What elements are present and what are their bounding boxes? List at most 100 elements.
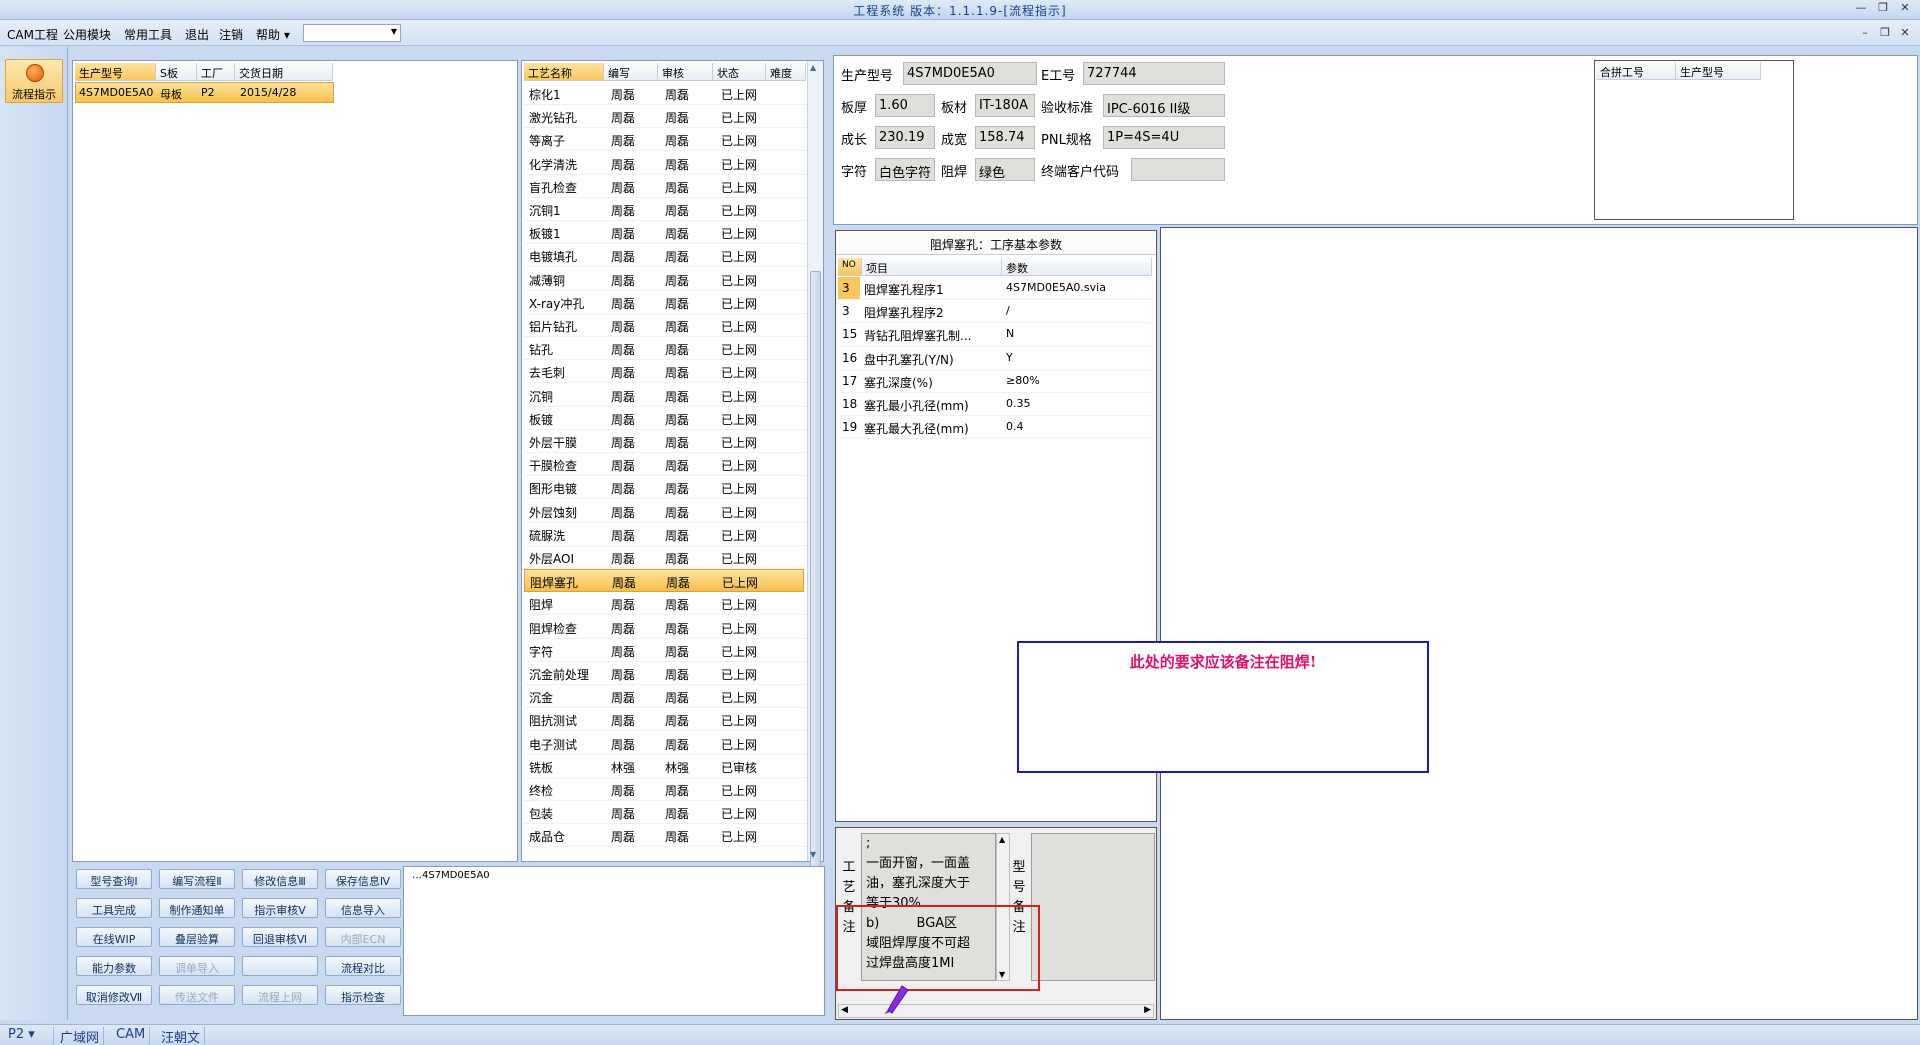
online-wip-button[interactable]: 在线WIP — [76, 927, 152, 947]
scroll-right-icon[interactable]: ▶ — [1144, 1005, 1151, 1015]
scroll-up-icon[interactable]: ▲ — [810, 63, 816, 72]
table-row[interactable]: 外层AOI 周磊 周磊 已上网 — [524, 546, 806, 569]
table-row[interactable]: 图形电镀 周磊 周磊 已上网 — [524, 476, 806, 500]
capability-button[interactable]: 能力参数 — [76, 956, 152, 976]
modify-info-button[interactable]: 修改信息Ⅲ — [242, 869, 318, 889]
mdi-restore-icon[interactable]: ❐ — [1876, 26, 1894, 42]
param-row[interactable]: 19 塞孔最大孔径(mm) 0.4 — [838, 416, 1152, 440]
menu-tools[interactable]: 常用工具 — [124, 26, 172, 43]
table-row[interactable]: 电子测试 周磊 周磊 已上网 — [524, 732, 806, 755]
field-pnl[interactable]: 1P=4S=4U — [1103, 126, 1225, 149]
table-row[interactable]: 盲孔检查 周磊 周磊 已上网 — [524, 175, 806, 198]
field-width[interactable]: 158.74 — [975, 126, 1035, 149]
field-thickness[interactable]: 1.60 — [875, 94, 935, 117]
field-material[interactable]: IT-180A — [975, 94, 1035, 117]
table-row[interactable]: 包装 周磊 周磊 已上网 — [524, 801, 806, 825]
param-row[interactable]: 15 背钻孔阻焊塞孔制... N — [838, 323, 1152, 347]
table-row[interactable]: 板镀 周磊 周磊 已上网 — [524, 407, 806, 430]
process-scrollbar[interactable]: ▲ ▼ — [807, 61, 823, 891]
tool-complete-button[interactable]: 工具完成 — [76, 898, 152, 918]
table-row[interactable]: 去毛刺 周磊 周磊 已上网 — [524, 360, 806, 384]
menu-common-modules[interactable]: 公用模块 — [63, 26, 111, 43]
field-e-no[interactable]: 727744 — [1083, 62, 1225, 85]
rollback-review-button[interactable]: 回退审核Ⅵ — [242, 927, 318, 947]
col-board[interactable]: S板 — [156, 63, 197, 81]
field-customer[interactable] — [1131, 158, 1225, 181]
field-model[interactable]: 4S7MD0E5A0 — [903, 62, 1037, 85]
import-info-button[interactable]: 信息导入 — [325, 898, 401, 918]
internal-ecn-button[interactable]: 内部ECN — [325, 927, 401, 947]
table-row[interactable]: 沉铜1 周磊 周磊 已上网 — [524, 198, 806, 221]
minimize-icon[interactable]: — — [1852, 1, 1870, 17]
table-row[interactable]: 激光钻孔 周磊 周磊 已上网 — [524, 105, 806, 129]
check-instruction-button[interactable]: 指示检查 — [325, 985, 401, 1005]
col-item[interactable]: 项目 — [862, 258, 1002, 276]
table-row[interactable]: 干膜检查 周磊 周磊 已上网 — [524, 453, 806, 477]
table-row[interactable]: 沉金前处理 周磊 周磊 已上网 — [524, 662, 806, 685]
import-order-button[interactable]: 调单导入 — [159, 956, 235, 976]
table-row[interactable]: 阻焊检查 周磊 周磊 已上网 — [524, 616, 806, 639]
col-plant[interactable]: 工厂 — [197, 63, 235, 81]
review-instruction-button[interactable]: 指示审核Ⅴ — [242, 898, 318, 918]
flow-instruction-button[interactable]: 流程指示 — [5, 59, 63, 103]
param-row[interactable]: 3 阻焊塞孔程序1 4S7MD0E5A0.svia — [838, 277, 1152, 300]
save-info-button[interactable]: 保存信息Ⅳ — [325, 869, 401, 889]
col-process[interactable]: 工艺名称 — [524, 63, 604, 81]
menu-exit[interactable]: 退出 — [185, 26, 209, 43]
stack-check-button[interactable]: 叠层验算 — [159, 927, 235, 947]
table-row[interactable]: 阻焊塞孔 周磊 周磊 已上网 — [524, 569, 804, 593]
status-plant[interactable]: P2 ▾ — [4, 1027, 54, 1045]
field-standard[interactable]: IPC-6016 II级 — [1103, 94, 1225, 117]
param-row[interactable]: 16 盘中孔塞孔(Y/N) Y — [838, 347, 1152, 370]
table-row[interactable]: 外层蚀刻 周磊 周磊 已上网 — [524, 500, 806, 523]
table-row[interactable]: 外层干膜 周磊 周磊 已上网 — [524, 430, 806, 453]
col-no[interactable]: NO — [838, 258, 862, 276]
table-row[interactable]: 沉铜 周磊 周磊 已上网 — [524, 384, 806, 407]
send-file-button[interactable]: 传送文件 — [159, 985, 235, 1005]
col-status[interactable]: 状态 — [713, 63, 766, 81]
param-row[interactable]: 17 塞孔深度(%) ≥80% — [838, 370, 1152, 393]
close-icon[interactable]: ✕ — [1896, 1, 1914, 17]
table-row[interactable]: 铝片钻孔 周磊 周磊 已上网 — [524, 314, 806, 337]
menu-cam[interactable]: CAM工程 — [7, 26, 58, 43]
col-merge-model[interactable]: 生产型号 — [1676, 62, 1761, 80]
restore-icon[interactable]: ❐ — [1874, 1, 1892, 17]
blank-button[interactable] — [242, 956, 318, 976]
table-row[interactable]: 4S7MD0E5A0 母板 P2 2015/4/28 — [75, 82, 334, 103]
col-reviewer[interactable]: 审核 — [658, 63, 713, 81]
model-remark-text[interactable] — [1031, 833, 1155, 981]
menu-combo[interactable]: ▼ — [303, 24, 401, 42]
scroll-up-icon[interactable]: ▲ — [999, 835, 1005, 844]
scroll-down-icon[interactable]: ▼ — [810, 850, 816, 859]
field-length[interactable]: 230.19 — [875, 126, 935, 149]
field-char[interactable]: 白色字符 — [875, 158, 935, 181]
table-row[interactable]: X-ray冲孔 周磊 周磊 已上网 — [524, 291, 806, 314]
menu-help[interactable]: 帮助 ▾ — [256, 26, 290, 43]
table-row[interactable]: 终检 周磊 周磊 已上网 — [524, 778, 806, 801]
mdi-minimize-icon[interactable]: – — [1856, 26, 1874, 42]
table-row[interactable]: 等离子 周磊 周磊 已上网 — [524, 128, 806, 152]
make-notice-button[interactable]: 制作通知单 — [159, 898, 235, 918]
menu-logout[interactable]: 注销 — [219, 26, 243, 43]
scroll-left-icon[interactable]: ◀ — [841, 1005, 848, 1015]
table-row[interactable]: 棕化1 周磊 周磊 已上网 — [524, 82, 806, 105]
col-param[interactable]: 参数 — [1002, 258, 1152, 276]
col-merge-no[interactable]: 合拼工号 — [1596, 62, 1676, 80]
param-row[interactable]: 3 阻焊塞孔程序2 / — [838, 300, 1152, 324]
table-row[interactable]: 铣板 林强 林强 已审核 — [524, 755, 806, 778]
table-row[interactable]: 板镀1 周磊 周磊 已上网 — [524, 221, 806, 245]
col-model[interactable]: 生产型号 — [75, 63, 156, 81]
table-row[interactable]: 阻焊 周磊 周磊 已上网 — [524, 592, 806, 616]
table-row[interactable]: 成品仓 周磊 周磊 已上网 — [524, 824, 806, 848]
table-row[interactable]: 沉金 周磊 周磊 已上网 — [524, 685, 806, 709]
col-difficulty[interactable]: 难度 — [766, 63, 806, 81]
model-query-button[interactable]: 型号查询Ⅰ — [76, 869, 152, 889]
table-row[interactable]: 化学清洗 周磊 周磊 已上网 — [524, 152, 806, 175]
write-flow-button[interactable]: 编写流程Ⅱ — [159, 869, 235, 889]
table-row[interactable]: 阻抗测试 周磊 周磊 已上网 — [524, 708, 806, 732]
flow-online-button[interactable]: 流程上网 — [242, 985, 318, 1005]
table-row[interactable]: 硫脲洗 周磊 周磊 已上网 — [524, 523, 806, 546]
field-mask[interactable]: 绿色 — [975, 158, 1035, 181]
compare-flow-button[interactable]: 流程对比 — [325, 956, 401, 976]
mdi-close-icon[interactable]: ✕ — [1896, 26, 1914, 42]
